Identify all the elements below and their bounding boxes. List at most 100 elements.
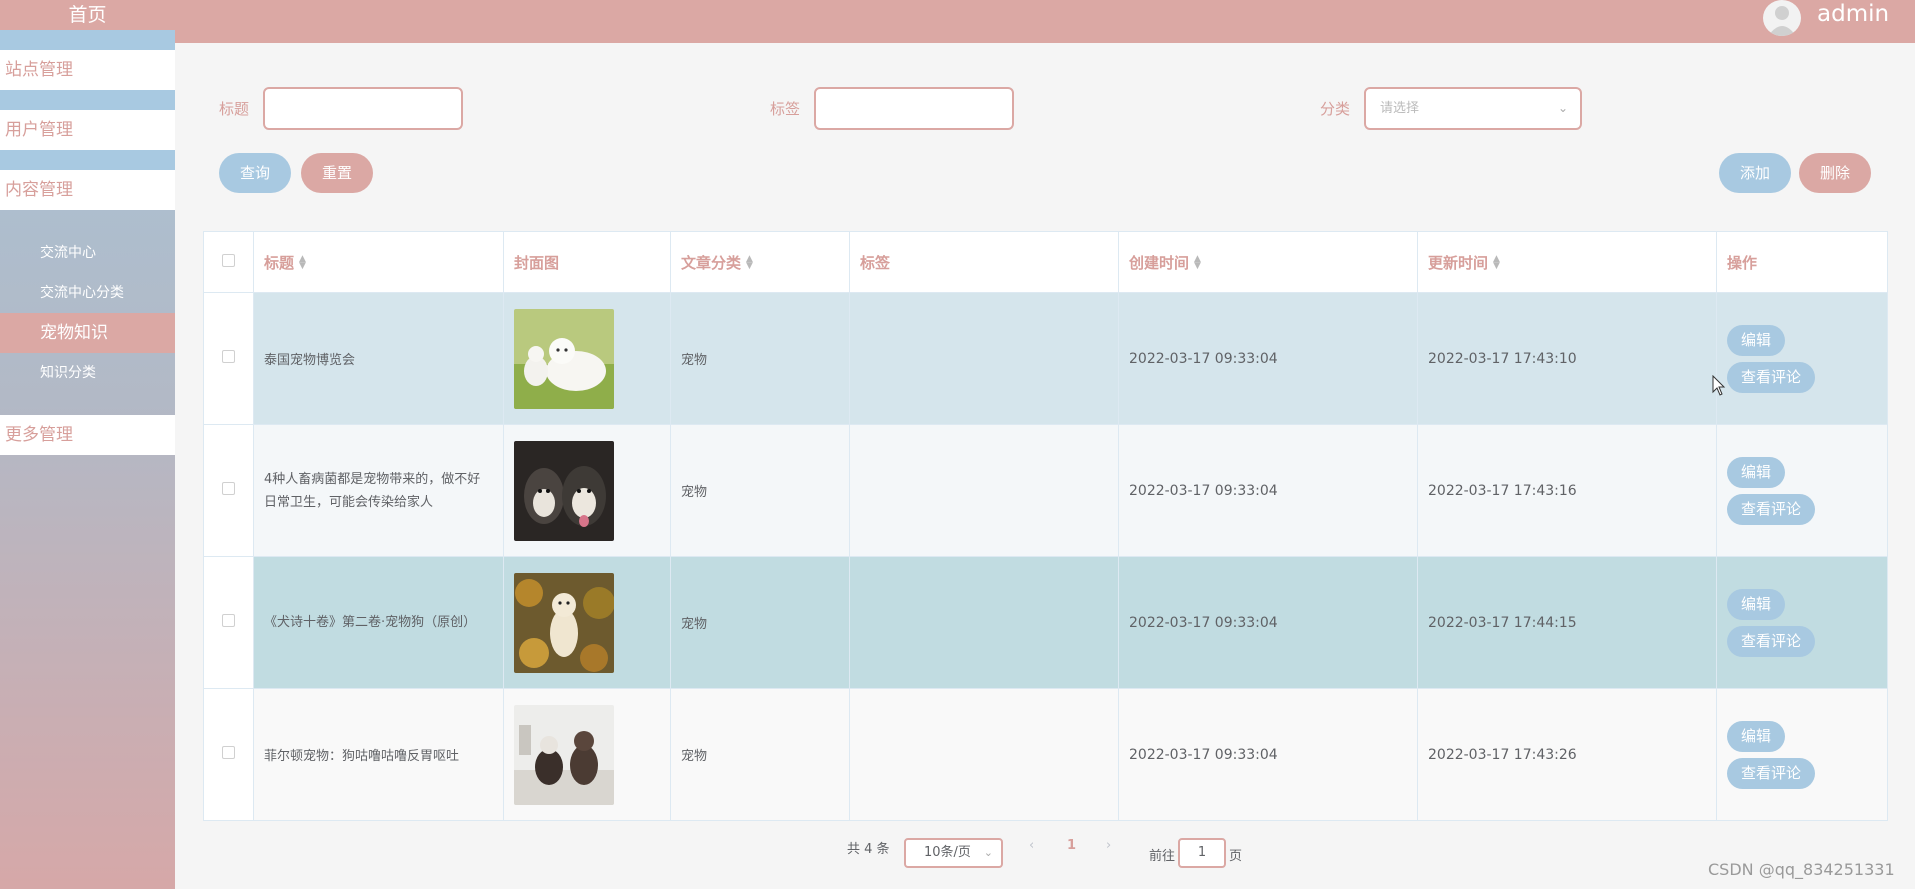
cover-image[interactable] [514, 308, 614, 409]
category-cell: 宠物 [670, 424, 850, 557]
select-all-checkbox[interactable] [222, 254, 235, 267]
column-header-category[interactable]: 文章分类 ▲ ▼ [670, 231, 850, 293]
title-cell: 《犬诗十卷》第二卷·宠物狗（原创） [253, 556, 504, 689]
category-cell: 宠物 [670, 688, 850, 821]
view-comments-button[interactable]: 查看评论 [1727, 493, 1816, 525]
total-count: 共 4 条 [847, 842, 890, 857]
reset-button[interactable]: 重置 [301, 153, 373, 193]
tag-cell [849, 556, 1119, 689]
row-checkbox-cell [203, 292, 254, 425]
row-checkbox-cell [203, 424, 254, 557]
column-header-created[interactable]: 创建时间 ▲ ▼ [1118, 231, 1418, 293]
sidebar-item-content[interactable]: 内容管理 [0, 170, 175, 210]
title-cell: 泰国宠物博览会 [253, 292, 504, 425]
title-label: 标题 [219, 100, 250, 118]
edit-button[interactable]: 编辑 [1727, 720, 1786, 752]
prev-page-icon[interactable]: ‹ [1029, 838, 1034, 853]
username[interactable]: admin [1817, 1, 1889, 27]
watermark: CSDN @qq_834251331 [1708, 860, 1895, 879]
column-header-cover: 封面图 [503, 231, 671, 293]
sidebar: 首页 站点管理 用户管理 内容管理 交流中心 交流中心分类 宠物知识 知识分类 … [0, 0, 175, 889]
sidebar-home[interactable]: 首页 [0, 0, 175, 30]
sort-icon[interactable]: ▲ ▼ [746, 255, 753, 271]
row-checkbox[interactable] [222, 746, 235, 759]
view-comments-button[interactable]: 查看评论 [1727, 757, 1816, 789]
delete-button[interactable]: 删除 [1799, 153, 1871, 193]
tag-cell [849, 688, 1119, 821]
category-select[interactable]: 请选择 ⌄ [1364, 87, 1582, 130]
updated-time-cell: 2022-03-17 17:43:16 [1417, 424, 1717, 557]
table-row: 泰国宠物博览会 宠物 2022-03-17 09:33:04 2022-03-1… [203, 292, 1888, 425]
sidebar-sub-exchange-center[interactable]: 交流中心 [0, 233, 175, 273]
add-button[interactable]: 添加 [1719, 153, 1791, 193]
avatar[interactable] [1763, 0, 1801, 36]
title-cell: 菲尔顿宠物：狗咕噜咕噜反胃呕吐 [253, 688, 504, 821]
row-checkbox-cell [203, 556, 254, 689]
sort-icon[interactable]: ▲ ▼ [1493, 255, 1500, 271]
view-comments-button[interactable]: 查看评论 [1727, 625, 1816, 657]
sidebar-item-more[interactable]: 更多管理 [0, 415, 175, 455]
tag-label: 标签 [770, 100, 801, 118]
next-page-icon[interactable]: › [1106, 838, 1111, 853]
goto-label: 前往 [1149, 849, 1176, 864]
row-checkbox[interactable] [222, 350, 235, 363]
sidebar-sub-exchange-category[interactable]: 交流中心分类 [0, 273, 175, 313]
edit-button[interactable]: 编辑 [1727, 456, 1786, 488]
table-row: 4种人畜病菌都是宠物带来的，做不好日常卫生，可能会传染给家人 宠物 2022-0… [203, 424, 1888, 557]
edit-button[interactable]: 编辑 [1727, 324, 1786, 356]
title-cell: 4种人畜病菌都是宠物带来的，做不好日常卫生，可能会传染给家人 [253, 424, 504, 557]
user-icon [1768, 6, 1796, 36]
title-input[interactable] [263, 87, 463, 130]
sidebar-item-site[interactable]: 站点管理 [0, 50, 175, 90]
cover-cell [503, 688, 671, 821]
actions-cell: 编辑 查看评论 [1716, 688, 1888, 821]
table-header-row: 标题 ▲ ▼ 封面图 文章分类 ▲ ▼ 标签 创建时间 ▲ ▼ 更新时间 ▲ ▼ 操作 [203, 231, 1888, 293]
updated-time-cell: 2022-03-17 17:43:26 [1417, 688, 1717, 821]
table-row: 《犬诗十卷》第二卷·宠物狗（原创） 宠物 2022-03-17 09:33:04… [203, 556, 1888, 689]
view-comments-button[interactable]: 查看评论 [1727, 361, 1816, 393]
edit-button[interactable]: 编辑 [1727, 588, 1786, 620]
updated-time-cell: 2022-03-17 17:44:15 [1417, 556, 1717, 689]
actions-cell: 编辑 查看评论 [1716, 556, 1888, 689]
sidebar-sub-pet-knowledge[interactable]: 宠物知识 [0, 313, 175, 353]
created-time-cell: 2022-03-17 09:33:04 [1118, 424, 1418, 557]
actions-cell: 编辑 查看评论 [1716, 424, 1888, 557]
cover-cell [503, 424, 671, 557]
sidebar-sub-knowledge-category[interactable]: 知识分类 [0, 353, 175, 393]
tag-cell [849, 424, 1119, 557]
cover-cell [503, 292, 671, 425]
page-number-1[interactable]: 1 [1067, 838, 1076, 853]
column-header-tag: 标签 [849, 231, 1119, 293]
page-suffix: 页 [1229, 849, 1243, 864]
row-checkbox[interactable] [222, 614, 235, 627]
updated-time-cell: 2022-03-17 17:43:10 [1417, 292, 1717, 425]
tag-cell [849, 292, 1119, 425]
page-size-select[interactable]: 10条/页 ⌄ [904, 838, 1003, 868]
sort-icon[interactable]: ▲ ▼ [1194, 255, 1201, 271]
row-checkbox-cell [203, 688, 254, 821]
category-label: 分类 [1320, 100, 1351, 118]
cover-image[interactable] [514, 572, 614, 673]
actions-cell: 编辑 查看评论 [1716, 292, 1888, 425]
query-button[interactable]: 查询 [219, 153, 291, 193]
sidebar-divider [0, 90, 175, 110]
page-size-value: 10条/页 [924, 845, 971, 860]
sort-icon[interactable]: ▲ ▼ [299, 255, 306, 271]
row-checkbox[interactable] [222, 482, 235, 495]
column-header-actions: 操作 [1716, 231, 1888, 293]
tag-input[interactable] [814, 87, 1014, 130]
select-all-cell [203, 231, 254, 293]
column-header-updated[interactable]: 更新时间 ▲ ▼ [1417, 231, 1717, 293]
cover-image[interactable] [514, 704, 614, 805]
cover-image[interactable] [514, 440, 614, 541]
sidebar-divider [0, 150, 175, 170]
goto-page-input[interactable]: 1 [1178, 838, 1226, 868]
created-time-cell: 2022-03-17 09:33:04 [1118, 292, 1418, 425]
article-table: 标题 ▲ ▼ 封面图 文章分类 ▲ ▼ 标签 创建时间 ▲ ▼ 更新时间 ▲ ▼ 操作 泰国宠物… [203, 231, 1888, 821]
sidebar-item-user[interactable]: 用户管理 [0, 110, 175, 150]
column-header-title[interactable]: 标题 ▲ ▼ [253, 231, 504, 293]
category-placeholder: 请选择 [1380, 101, 1420, 116]
created-time-cell: 2022-03-17 09:33:04 [1118, 688, 1418, 821]
mouse-cursor-icon [1712, 375, 1726, 396]
